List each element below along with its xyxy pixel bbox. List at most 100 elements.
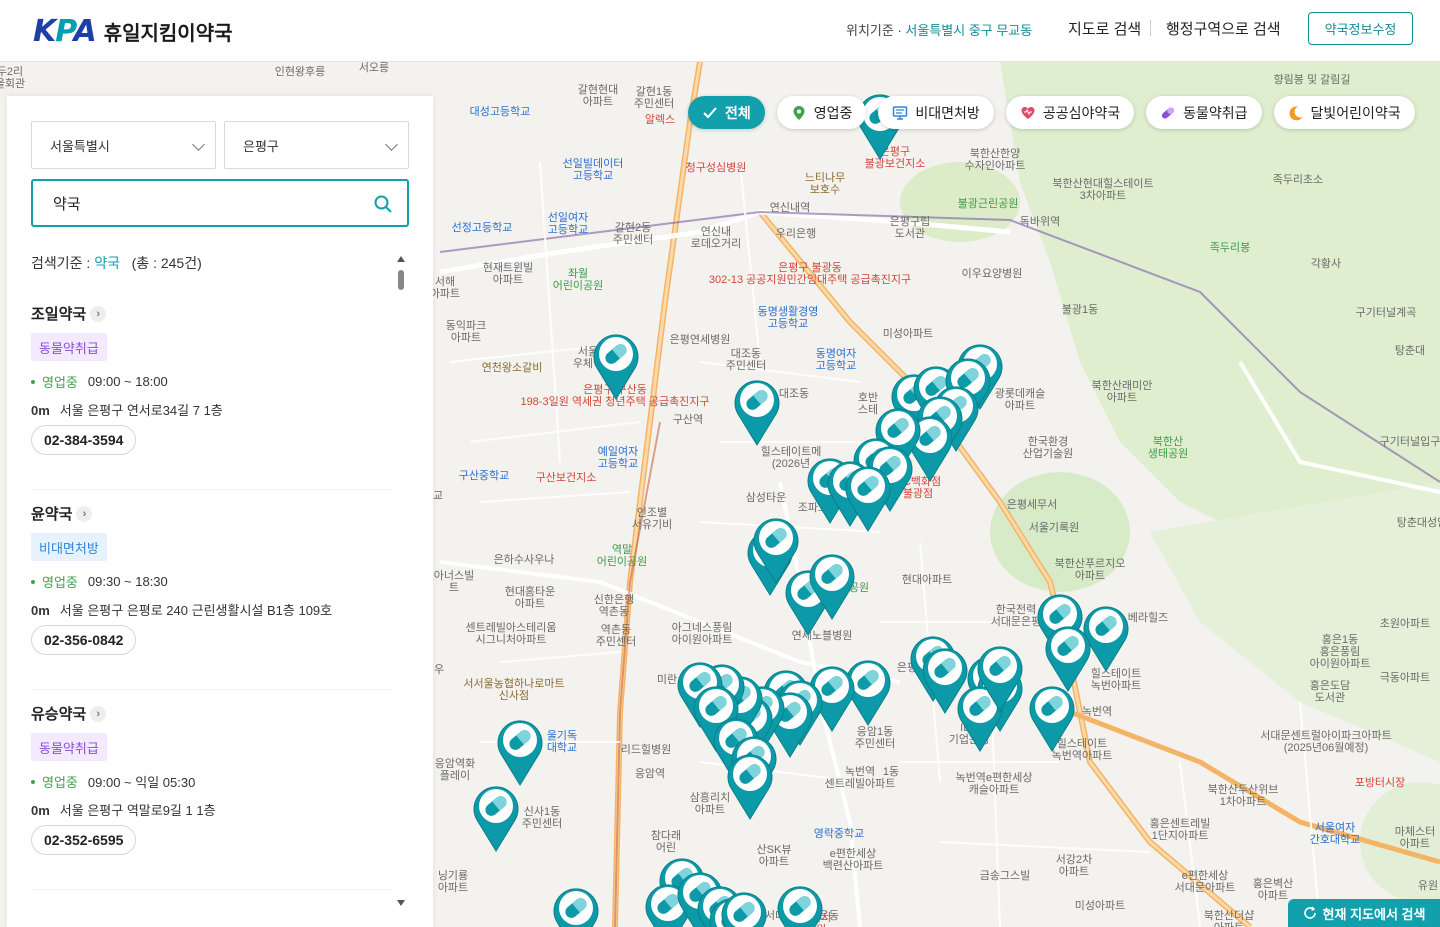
scroll-up-icon[interactable]	[397, 256, 405, 262]
pharmacy-name[interactable]: 윤약국 ›	[31, 503, 93, 524]
filter-chip-all[interactable]: 전체	[688, 96, 765, 129]
pharmacy-pin-icon[interactable]	[471, 782, 521, 852]
map-place-label: 응암1동 주민센터	[854, 726, 896, 750]
map-place-label: 향림봉 및 갈림길	[1273, 74, 1351, 86]
location-prefix: 위치기준 ·	[846, 23, 906, 38]
chevron-right-icon: ›	[90, 305, 107, 322]
location-value[interactable]: 서울특별시 중구 무교동	[905, 23, 1032, 38]
map-place-label: 우리은행	[775, 228, 817, 240]
city-select[interactable]: 서울특별시	[31, 121, 216, 169]
map-place-label: 대조동 주민센터	[725, 348, 767, 372]
map-place-label: 홍은벽산 아파트	[1252, 878, 1294, 902]
chevron-right-icon: ›	[90, 705, 107, 722]
pharmacy-name-text: 유승약국	[31, 706, 87, 723]
map-place-label: 느티나무 보호수	[804, 172, 846, 196]
scroll-down-icon[interactable]	[397, 900, 405, 906]
chevron-down-icon	[385, 138, 398, 151]
pharmacy-pin-icon[interactable]	[843, 462, 893, 532]
map-place-label: 두2리을회관	[0, 66, 26, 90]
map-place-label: 1동	[882, 766, 900, 778]
pharmacy-pin-icon[interactable]	[551, 884, 601, 927]
map-place-label: 신한은행 역촌동	[593, 594, 635, 618]
map-place-label: 한국환경 산업기술원	[1022, 436, 1074, 460]
map-place-label: 대조동	[778, 388, 810, 400]
filter-chip-label: 달빛어린이약국	[1310, 104, 1401, 121]
list-item[interactable]: 유승약국 › 동물약취급 영업중 09:00 ~ 익일 05:30 0m 서울 은평구…	[31, 690, 393, 890]
map-place-label: 불광근린공원	[957, 198, 1019, 210]
map-place-label: 구산중학교	[458, 470, 510, 482]
phone-button[interactable]: 02-384-3594	[31, 425, 137, 455]
map-place-label: 금송그스빌	[979, 870, 1031, 882]
criteria-total: (총 : 245건)	[131, 255, 202, 271]
pharmacy-pin-icon[interactable]	[719, 888, 769, 927]
nav-map-search[interactable]: 지도로 검색	[1068, 18, 1141, 39]
pharmacy-list: 조일약국 › 동물약취급 영업중 09:00 ~ 18:00 0m 서울 은평구 연서…	[31, 290, 393, 890]
map-place-label: 녹번역e편한세상 캐슬아파트	[955, 772, 1033, 796]
list-item[interactable]: 윤약국 › 비대면처방 영업중 09:30 ~ 18:30 0m 서울 은평구 은평로…	[31, 490, 393, 690]
filter-chip-moonlight[interactable]: 달빛어린이약국	[1273, 96, 1415, 129]
map-place-label: 응암역화 플레이	[434, 758, 476, 782]
nav-region-search[interactable]: 행정구역으로 검색	[1166, 18, 1281, 39]
pharmacy-pin-icon[interactable]	[975, 642, 1025, 712]
pharmacy-name-text: 조일약국	[31, 306, 87, 323]
map-place-label: 은평구 불광동 302-13 공공지원민간임대주택 공급촉진지구	[708, 262, 912, 286]
phone-button[interactable]: 02-356-0842	[31, 625, 137, 655]
district-select[interactable]: 은평구	[224, 121, 409, 169]
filter-chip-label: 영업중	[813, 104, 853, 121]
search-sidebar: 서울특별시 은평구 검색기준 : 약국 (총 : 245건) 조일약국› 동물약…	[7, 96, 433, 927]
map-place-label: 선일빌데이터 고등학교	[562, 158, 624, 182]
map-place-label: 울기독 대학교	[546, 730, 578, 754]
pharmacy-pin-icon[interactable]	[591, 330, 641, 400]
scroll-thumb[interactable]	[398, 270, 404, 290]
map-place-label: 동익파크 아파트	[445, 320, 487, 344]
pharmacy-badge: 동물약취급	[31, 733, 107, 761]
map-place-label: 서대문센트럴아이파크아파트 (2025년06월예정)	[1260, 730, 1392, 754]
open-hours: 09:00 ~ 익일 05:30	[87, 775, 196, 790]
pharmacy-pin-icon[interactable]	[807, 550, 857, 620]
pharmacy-pin-icon[interactable]	[775, 882, 825, 927]
search-input[interactable]	[33, 194, 353, 212]
map-place-label: 미성아파트	[882, 328, 934, 340]
map-place-label: 북한산푸르지오 아파트	[1054, 558, 1126, 582]
list-item[interactable]: 조일약국 › 동물약취급 영업중 09:00 ~ 18:00 0m 서울 은평구 연서…	[31, 290, 393, 490]
map-place-label: 인조별 서유기비	[631, 507, 673, 531]
search-this-area-button[interactable]: 현재 지도에서 검색	[1288, 899, 1440, 927]
moon-icon	[1289, 105, 1302, 120]
open-status: 영업중 09:30 ~ 18:30	[31, 572, 168, 591]
pharmacy-name[interactable]: 조일약국 ›	[31, 303, 107, 324]
map-place-label: 홍은1동 홍은풍림 아이원아파트	[1309, 634, 1371, 670]
pharmacy-name[interactable]: 유승약국 ›	[31, 703, 107, 724]
list-scrollbar[interactable]	[397, 256, 405, 906]
search-criteria: 검색기준 : 약국 (총 : 245건)	[31, 253, 202, 273]
address-text: 서울 은평구 연서로34길 7 1층	[59, 403, 223, 418]
map-place-label: 알렉스	[644, 114, 676, 126]
filter-chip-night[interactable]: 공공심야약국	[1005, 96, 1135, 129]
edit-pharmacy-info-button[interactable]: 약국정보수정	[1308, 12, 1413, 45]
filter-chip-animal[interactable]: 동물약취급	[1146, 96, 1262, 129]
map-place-label: 족두리봉	[1209, 242, 1251, 254]
filter-chip-open[interactable]: 영업중	[776, 96, 867, 129]
pharmacy-pin-icon[interactable]	[725, 750, 775, 820]
pharmacy-pin-icon[interactable]	[1027, 682, 1077, 752]
map-place-label: 산SK뷰 아파트	[756, 844, 792, 868]
filter-chip-remote[interactable]: 비대면처방	[878, 96, 994, 129]
map-place-label: 현대홈타운 아파트	[504, 586, 556, 610]
search-icon[interactable]	[373, 194, 393, 214]
phone-button[interactable]: 02-352-6595	[31, 825, 137, 855]
pharmacy-badge: 비대면처방	[31, 533, 107, 561]
map-place-label: 연신내역	[769, 202, 811, 214]
map-place-label: 녹번역	[1081, 706, 1113, 718]
map-place-label: 삼성타운	[745, 492, 787, 504]
pharmacy-address: 0m 서울 은평구 은평로 240 근린생활시설 B1층 109호	[31, 600, 332, 619]
map-place-label: 북한산두산위브 1차아파트	[1207, 784, 1279, 808]
map-place-label: 센트레빌아스테리움 시그니처아파트	[465, 622, 557, 646]
check-icon	[703, 106, 717, 118]
pharmacy-pin-icon[interactable]	[732, 376, 782, 446]
map-place-label: 아그네스풍림 아이원아파트	[671, 622, 733, 646]
logo[interactable]: KPA 휴일지킴이약국	[33, 14, 233, 49]
pharmacy-address: 0m 서울 은평구 연서로34길 7 1층	[31, 400, 223, 419]
map-place-label: 포방터시장	[1354, 777, 1406, 789]
map-place-label: 각황사	[1310, 258, 1342, 270]
pharmacy-pin-icon[interactable]	[495, 716, 545, 786]
map-place-label: 참다래 어린	[650, 830, 682, 854]
